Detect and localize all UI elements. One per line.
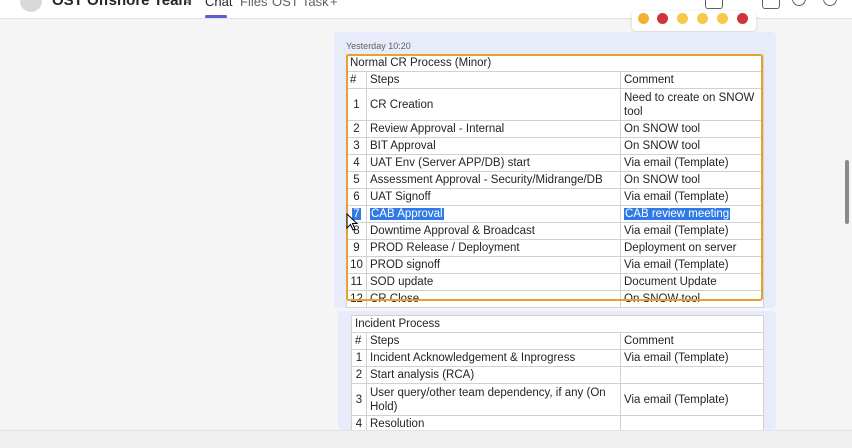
row-comment: Via email (Template) — [620, 154, 764, 172]
tab-files[interactable]: Files — [240, 0, 267, 9]
row-num: 10 — [346, 256, 367, 274]
row-num: 3 — [351, 383, 367, 416]
row-comment: Via email (Template) — [620, 188, 764, 206]
like-reaction-icon[interactable] — [638, 13, 649, 24]
row-comment: Deployment on server — [620, 239, 764, 257]
header-steps: Steps — [366, 71, 621, 89]
row-step: Assessment Approval - Security/Midrange/… — [366, 171, 621, 189]
row-comment: Via email (Template) — [620, 256, 764, 274]
tab-ost-task[interactable]: OST Task — [272, 0, 329, 9]
row-comment: On SNOW tool — [620, 120, 764, 138]
laugh-reaction-icon[interactable] — [677, 13, 688, 24]
edit-icon[interactable]: ✎ — [182, 0, 192, 8]
row-comment — [620, 366, 764, 384]
table-header-row: # Steps Comment — [346, 71, 764, 89]
meet-icon[interactable] — [762, 0, 780, 9]
row-comment[interactable]: CAB review meeting — [624, 208, 731, 220]
row-num: 1 — [351, 349, 367, 367]
team-name[interactable]: OST Offshore Team — [52, 0, 192, 9]
surprised-reaction-icon[interactable] — [697, 13, 708, 24]
incident-process-table: Incident Process # Steps Comment 1 Incid… — [351, 315, 764, 433]
table-row: 12 CR Close On SNOW tool — [346, 290, 764, 308]
row-num: 5 — [346, 171, 367, 189]
mouse-cursor-icon — [346, 213, 358, 231]
table-row: 10 PROD signoff Via email (Template) — [346, 256, 764, 274]
row-comment: On SNOW tool — [620, 171, 764, 189]
header-comment: Comment — [620, 332, 764, 350]
more-options-icon[interactable] — [823, 0, 837, 6]
row-step: UAT Env (Server APP/DB) start — [366, 154, 621, 172]
row-num: 11 — [346, 273, 367, 291]
table-row: 11 SOD update Document Update — [346, 273, 764, 291]
row-num: 1 — [346, 88, 367, 121]
table-title-row: Normal CR Process (Minor) — [346, 54, 764, 72]
header-steps: Steps — [366, 332, 621, 350]
row-step: Downtime Approval & Broadcast — [366, 222, 621, 240]
reaction-bar — [632, 11, 756, 31]
row-step: PROD Release / Deployment — [366, 239, 621, 257]
video-call-icon[interactable] — [705, 0, 723, 9]
compose-area[interactable] — [0, 430, 852, 448]
header-comment: Comment — [620, 71, 764, 89]
table-row: 1 CR Creation Need to create on SNOW too… — [346, 88, 764, 121]
row-comment: Document Update — [620, 273, 764, 291]
table-row: 2 Review Approval - Internal On SNOW too… — [346, 120, 764, 138]
table-row: 5 Assessment Approval - Security/Midrang… — [346, 171, 764, 189]
table-title: Normal CR Process (Minor) — [346, 54, 764, 72]
scrollbar-thumb[interactable] — [845, 160, 849, 224]
row-step: PROD signoff — [366, 256, 621, 274]
table-title: Incident Process — [351, 315, 764, 333]
table-title-row: Incident Process — [351, 315, 764, 333]
row-step[interactable]: CAB Approval — [370, 208, 444, 220]
table-row-selected: 7 CAB Approval CAB review meeting — [346, 205, 764, 223]
row-comment: On SNOW tool — [620, 137, 764, 155]
sad-reaction-icon[interactable] — [717, 13, 728, 24]
header-num: # — [351, 332, 367, 350]
tab-chat[interactable]: Chat — [205, 0, 232, 9]
team-avatar[interactable] — [20, 0, 42, 12]
add-tab-button[interactable]: + — [330, 0, 338, 9]
row-comment: Via email (Template) — [620, 222, 764, 240]
table-row: 1 Incident Acknowledgement & Inprogress … — [351, 349, 764, 367]
row-comment: Need to create on SNOW tool — [620, 88, 764, 121]
row-comment: Via email (Template) — [620, 383, 764, 416]
info-icon[interactable] — [792, 0, 806, 6]
table-row: 3 BIT Approval On SNOW tool — [346, 137, 764, 155]
active-tab-indicator — [205, 15, 227, 18]
row-num: 2 — [351, 366, 367, 384]
table-row: 2 Start analysis (RCA) — [351, 366, 764, 384]
row-comment: On SNOW tool — [620, 290, 764, 308]
row-step: Incident Acknowledgement & Inprogress — [366, 349, 621, 367]
row-num: 6 — [346, 188, 367, 206]
message-timestamp: Yesterday 10:20 — [346, 41, 411, 51]
table-row: 4 UAT Env (Server APP/DB) start Via emai… — [346, 154, 764, 172]
table-row: 6 UAT Signoff Via email (Template) — [346, 188, 764, 206]
row-num: 2 — [346, 120, 367, 138]
heart-reaction-icon[interactable] — [657, 13, 668, 24]
row-comment: Via email (Template) — [620, 349, 764, 367]
row-step: User query/other team dependency, if any… — [366, 383, 621, 416]
row-step: SOD update — [366, 273, 621, 291]
angry-reaction-icon[interactable] — [737, 13, 748, 24]
row-step: CR Close — [366, 290, 621, 308]
row-num: 9 — [346, 239, 367, 257]
header-num: # — [346, 71, 367, 89]
table-row: 3 User query/other team dependency, if a… — [351, 383, 764, 416]
scrollbar-track[interactable] — [842, 18, 852, 430]
row-step: BIT Approval — [366, 137, 621, 155]
row-num: 4 — [346, 154, 367, 172]
row-step: Start analysis (RCA) — [366, 366, 621, 384]
row-num: 3 — [346, 137, 367, 155]
cr-process-table: Normal CR Process (Minor) # Steps Commen… — [346, 54, 764, 308]
table-row: 9 PROD Release / Deployment Deployment o… — [346, 239, 764, 257]
row-step: UAT Signoff — [366, 188, 621, 206]
table-row: 8 Downtime Approval & Broadcast Via emai… — [346, 222, 764, 240]
table-header-row: # Steps Comment — [351, 332, 764, 350]
row-step: CR Creation — [366, 88, 621, 121]
row-step: Review Approval - Internal — [366, 120, 621, 138]
row-num: 12 — [346, 290, 367, 308]
